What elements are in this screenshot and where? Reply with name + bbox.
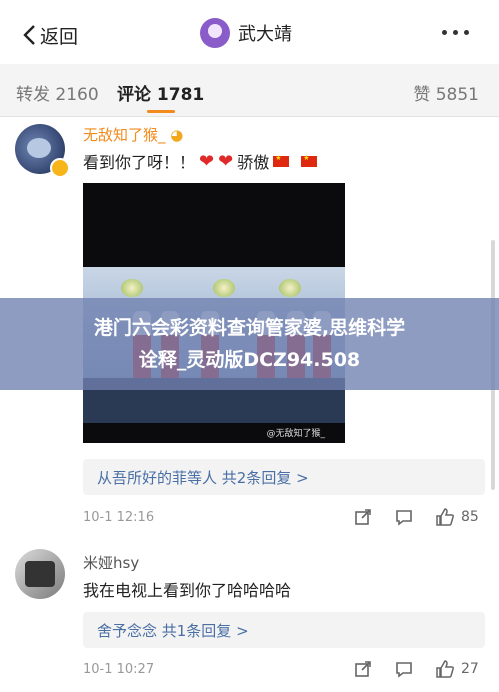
verified-badge-icon [50, 158, 70, 178]
tab-bar: 转发 2160 评论 1781 赞 5851 [0, 64, 499, 117]
back-label: 返回 [40, 25, 79, 48]
china-flag-icon [301, 154, 318, 167]
comment-text: 我在电视上看到你了哈哈哈哈 [83, 581, 292, 600]
tab-comments[interactable]: 评论 1781 [117, 80, 204, 105]
comment-username[interactable]: 无敌知了猴_ ◕ [83, 124, 183, 145]
comment-time: 10-1 10:27 [83, 662, 155, 677]
banner-line-2: 诠释_灵动版DCZ94.508 [138, 349, 361, 371]
banner-text: 港门六会彩资料查询管家婆,思维科学 诠释_灵动版DCZ94.508 [0, 312, 499, 376]
active-tab-indicator [147, 110, 175, 113]
heart-icon: ❤ [218, 150, 234, 172]
china-flag-icon [273, 154, 290, 167]
share-button[interactable] [354, 660, 372, 678]
comment-text: 看到你了呀！！ ❤ ❤ 骄傲 [83, 149, 318, 173]
comment-icon [396, 510, 412, 526]
user-header[interactable]: 武大靖 [200, 18, 292, 48]
like-count: 27 [461, 661, 479, 677]
more-options-icon[interactable] [442, 30, 469, 35]
share-icon [355, 661, 371, 677]
thumbs-up-icon [436, 660, 454, 678]
chevron-left-icon [23, 25, 35, 45]
header-username: 武大靖 [238, 24, 292, 45]
back-button[interactable]: 返回 [22, 20, 78, 50]
reply-button[interactable] [395, 508, 413, 526]
like-button[interactable]: 27 [435, 659, 479, 679]
avatar[interactable] [200, 18, 230, 48]
top-nav: 返回 武大靖 [0, 0, 499, 64]
emoji-icon: ◕ [165, 126, 184, 144]
comment-username[interactable]: 米娅hsy [83, 552, 139, 573]
thumbs-up-icon [436, 508, 454, 526]
reply-button[interactable] [395, 660, 413, 678]
comment-icon [396, 662, 412, 678]
share-icon [355, 509, 371, 525]
replies-link[interactable]: 舍予念念 共1条回复 > [83, 612, 485, 648]
like-count: 85 [461, 509, 479, 525]
avatar[interactable] [15, 549, 65, 599]
comment-time: 10-1 12:16 [83, 510, 155, 525]
banner-line-1: 港门六会彩资料查询管家婆,思维科学 [93, 317, 406, 339]
like-button[interactable]: 85 [435, 507, 479, 527]
tab-likes[interactable]: 赞 5851 [413, 80, 479, 105]
replies-link[interactable]: 从吾所好的菲等人 共2条回复 > [83, 459, 485, 495]
heart-icon: ❤ [199, 150, 215, 172]
tab-repost[interactable]: 转发 2160 [16, 80, 99, 105]
share-button[interactable] [354, 508, 372, 526]
image-watermark: @无敌知了猴_ [266, 429, 325, 439]
